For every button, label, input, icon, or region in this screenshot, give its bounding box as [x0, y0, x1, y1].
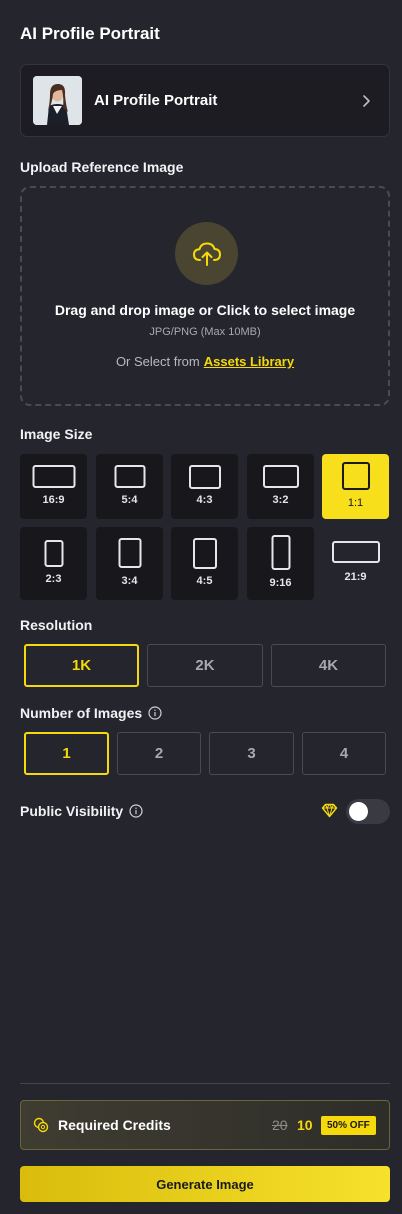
size-option-label: 16:9 — [42, 494, 65, 506]
model-thumbnail — [33, 76, 82, 125]
discount-badge: 50% OFF — [321, 1116, 376, 1135]
aspect-landscape-icon — [262, 465, 299, 488]
upload-dropzone[interactable]: Drag and drop image or Click to select i… — [20, 186, 390, 406]
size-option-label: 3:4 — [121, 575, 138, 587]
diamond-icon — [321, 803, 338, 818]
resolution-option-4k[interactable]: 4K — [271, 644, 386, 687]
size-option-21-9[interactable]: 21:9 — [322, 527, 389, 600]
size-option-label: 4:3 — [196, 494, 213, 506]
required-credits-panel: Required Credits 20 10 50% OFF — [20, 1100, 390, 1150]
image-count-option-2[interactable]: 2 — [117, 732, 201, 775]
public-visibility-row: Public Visibility — [20, 803, 143, 819]
size-option-4-3[interactable]: 4:3 — [171, 454, 238, 519]
page-title: AI Profile Portrait — [20, 24, 160, 43]
size-option-1-1[interactable]: 1:1 — [322, 454, 389, 519]
aspect-square-icon — [341, 462, 370, 490]
size-option-4-5[interactable]: 4:5 — [171, 527, 238, 600]
size-option-3-4[interactable]: 3:4 — [96, 527, 163, 600]
model-selector[interactable]: AI Profile Portrait — [20, 64, 390, 137]
size-option-label: 21:9 — [344, 571, 367, 583]
size-option-label: 1:1 — [347, 497, 364, 509]
size-option-label: 9:16 — [269, 577, 292, 589]
aspect-landscape-icon — [188, 465, 221, 489]
size-option-label: 5:4 — [121, 494, 138, 506]
assets-library-row: Or Select from Assets Library — [22, 354, 388, 369]
coins-icon — [33, 1117, 49, 1133]
assets-library-prefix: Or Select from — [115, 354, 200, 369]
required-credits-label: Required Credits — [58, 1117, 171, 1133]
number-of-images-row: Number of Images — [20, 705, 162, 721]
size-option-label: 4:5 — [196, 575, 213, 587]
image-size-label: Image Size — [20, 426, 93, 442]
aspect-portrait-icon — [192, 538, 217, 569]
upload-file-hint: JPG/PNG (Max 10MB) — [149, 326, 261, 338]
model-name: AI Profile Portrait — [94, 92, 218, 109]
upload-instruction: Drag and drop image or Click to select i… — [54, 302, 356, 318]
public-visibility-label: Public Visibility — [20, 803, 124, 819]
resolution-label: Resolution — [20, 617, 93, 633]
cloud-upload-icon — [192, 242, 221, 266]
divider — [20, 1083, 390, 1084]
resolution-option-2k[interactable]: 2K — [147, 644, 263, 687]
info-icon[interactable] — [148, 706, 162, 720]
original-credits: 20 — [272, 1117, 288, 1133]
size-option-3-2[interactable]: 3:2 — [247, 454, 314, 519]
aspect-portrait-icon — [271, 535, 290, 570]
public-visibility-toggle[interactable] — [346, 799, 390, 824]
size-option-label: 2:3 — [45, 573, 62, 585]
aspect-landscape-icon — [32, 465, 75, 488]
generate-image-button[interactable]: Generate Image — [20, 1166, 390, 1202]
image-count-option-3[interactable]: 3 — [209, 732, 294, 775]
size-option-16-9[interactable]: 16:9 — [20, 454, 87, 519]
aspect-portrait-icon — [44, 540, 63, 567]
assets-library-link[interactable]: Assets Library — [204, 354, 294, 369]
number-of-images-label: Number of Images — [20, 705, 143, 721]
toggle-knob — [349, 802, 368, 821]
info-icon[interactable] — [129, 804, 143, 818]
aspect-wide-icon — [331, 541, 380, 563]
size-option-5-4[interactable]: 5:4 — [96, 454, 163, 519]
aspect-landscape-icon — [114, 465, 145, 488]
resolution-option-1k[interactable]: 1K — [24, 644, 139, 687]
aspect-portrait-icon — [118, 538, 141, 568]
size-option-9-16[interactable]: 9:16 — [247, 527, 314, 600]
discounted-credits: 10 — [297, 1117, 313, 1133]
size-option-2-3[interactable]: 2:3 — [20, 527, 87, 600]
image-count-option-4[interactable]: 4 — [302, 732, 386, 775]
upload-section-label: Upload Reference Image — [20, 159, 184, 175]
chevron-right-icon — [363, 95, 370, 107]
image-count-option-1[interactable]: 1 — [24, 732, 109, 775]
upload-button[interactable] — [175, 222, 238, 285]
size-option-label: 3:2 — [272, 494, 289, 506]
